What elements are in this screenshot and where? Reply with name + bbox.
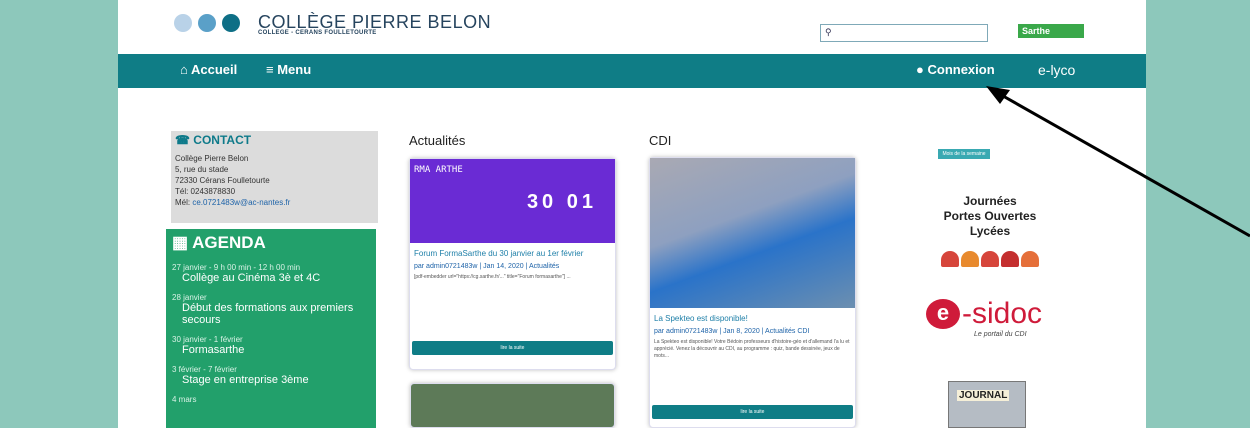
contact-mail-line: Mél: ce.0721483w@ac-nantes.fr [175,198,291,207]
site-header: COLLÈGE PIERRE BELON COLLEGE - CERANS FO… [118,0,1146,54]
read-more-button[interactable]: lire la suite [412,341,613,355]
news-card[interactable]: RMA ARTHE 30 01 Forum FormaSarthe du 30 … [409,158,616,370]
nav-login[interactable]: ● Connexion [916,62,995,77]
search-icon[interactable]: ⚲ [825,27,832,38]
home-icon: ⌂ [180,62,188,77]
news-card-meta[interactable]: par admin0721483w | Jan 14, 2020 | Actua… [414,263,611,270]
search-input[interactable]: ⚲ [820,24,988,42]
agenda-item[interactable]: 30 janvier - 1 février Formasarthe [172,335,370,356]
logo-dot [198,14,216,32]
agenda-title: ▦ AGENDA [172,233,266,252]
contact-line: Collège Pierre Belon [175,154,249,163]
contact-line: Tél: 0243878830 [175,187,236,196]
ribbon-banner: Mois de la semaine [938,149,990,159]
jpo-widget[interactable]: Mois de la semaine Journées Portes Ouver… [920,139,1060,274]
right-margin [1146,0,1250,428]
main-nav: ⌂ Accueil ≡ Menu ● Connexion e-lyco [118,54,1146,88]
nav-menu-label: Menu [277,62,312,77]
phone-icon: ☎ [175,133,190,147]
calendar-icon: ▦ [172,233,189,252]
site-subtitle: COLLEGE - CERANS FOULLETOURTE [258,30,377,36]
logo-dots[interactable] [174,14,240,32]
cdi-card-excerpt: La Spekteo est disponible! Votre Bédoin … [654,339,850,359]
cdi-section-title: CDI [649,133,672,148]
contact-line: 72330 Cérans Foulletourte [175,176,270,185]
contact-box: ☎ CONTACT Collège Pierre Belon 5, rue du… [171,131,378,223]
person-icon [1021,251,1039,267]
news-card-image[interactable] [410,383,615,428]
news-card-image[interactable]: RMA ARTHE 30 01 [410,159,615,243]
person-icon [941,251,959,267]
agenda-item[interactable]: 28 janvier Début des formations aux prem… [172,293,370,326]
agenda-item[interactable]: 3 février - 7 février Stage en entrepris… [172,365,370,386]
agenda-item[interactable]: 4 mars [172,395,370,404]
nav-menu[interactable]: ≡ Menu [266,62,311,77]
nav-login-label: Connexion [927,62,995,77]
cdi-card-meta[interactable]: par admin0721483w | Jan 8, 2020 | Actual… [654,328,851,335]
left-margin [0,0,118,428]
cdi-card-image[interactable] [650,158,855,308]
logo-dot [222,14,240,32]
esidoc-logo[interactable]: e -sidoc Le portail du CDI [920,295,1070,345]
person-icon [981,251,999,267]
contact-title: ☎ CONTACT [175,133,252,147]
nav-home-label: Accueil [191,62,238,77]
jpo-text: Journées Portes Ouvertes Lycées [943,194,1037,238]
agenda-box: ▦ AGENDA 27 janvier - 9 h 00 min - 12 h … [166,229,376,428]
cdi-card-title[interactable]: La Spekteo est disponible! [654,314,851,324]
people-illustration [920,251,1060,267]
sarthe-logo[interactable]: Sarthe [1018,24,1084,38]
journal-widget[interactable]: JOURNAL [948,381,1026,428]
read-more-button[interactable]: lire la suite [652,405,853,419]
nav-elyco[interactable]: e-lyco [1038,62,1075,78]
contact-line: 5, rue du stade [175,165,229,174]
person-icon [1001,251,1019,267]
hamburger-icon: ≡ [266,62,274,77]
news-card-title[interactable]: Forum FormaSarthe du 30 janvier au 1er f… [414,249,611,259]
nav-home[interactable]: ⌂ Accueil [180,62,237,77]
person-icon [961,251,979,267]
cdi-card[interactable]: La Spekteo est disponible! par admin0721… [649,157,856,428]
user-icon: ● [916,62,924,77]
logo-dot [174,14,192,32]
contact-mail-link[interactable]: ce.0721483w@ac-nantes.fr [192,198,290,207]
news-section-title: Actualités [409,133,466,148]
agenda-item[interactable]: 27 janvier - 9 h 00 min - 12 h 00 min Co… [172,263,370,284]
news-card-excerpt: [pdf-embedder url="https://cg.sarthe.fr/… [414,274,571,280]
